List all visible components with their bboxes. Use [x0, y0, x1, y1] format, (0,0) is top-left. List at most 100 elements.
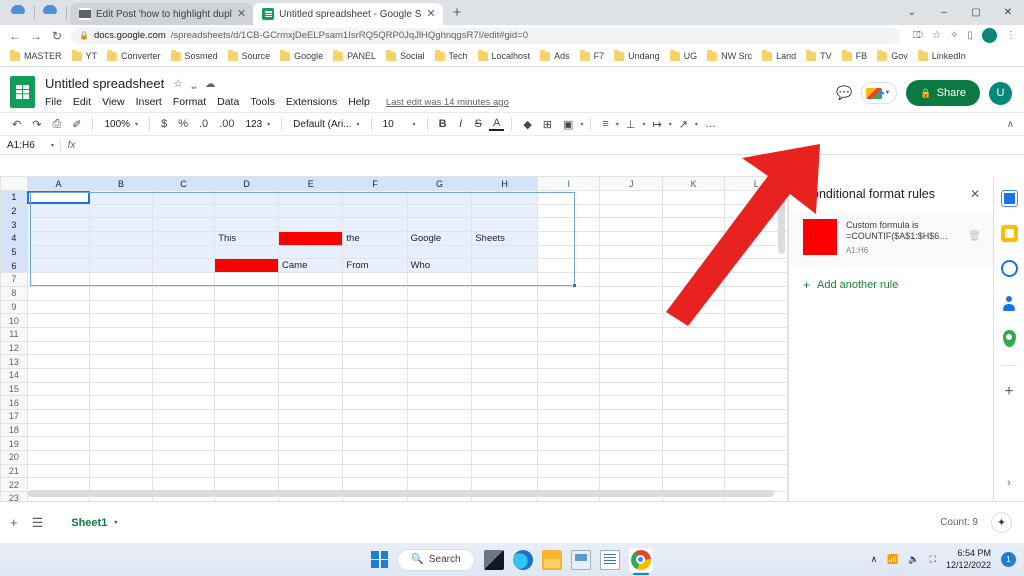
cell-I8[interactable] [536, 285, 601, 301]
cell-A19[interactable] [26, 436, 91, 452]
cell-I18[interactable] [536, 422, 601, 438]
cell-B7[interactable] [89, 272, 153, 287]
cell-A10[interactable] [26, 313, 91, 328]
cell-K10[interactable] [661, 313, 726, 328]
cell-F13[interactable] [342, 354, 408, 369]
bookmark-item[interactable]: TV [802, 49, 836, 61]
cell-G8[interactable] [406, 285, 473, 301]
select-all-corner[interactable] [0, 176, 28, 191]
fill-color-icon[interactable]: ◆ [519, 118, 535, 131]
cell-A4[interactable] [26, 231, 91, 246]
cell-F6[interactable]: From [342, 258, 408, 274]
cell-A18[interactable] [26, 422, 91, 438]
cell-I17[interactable] [536, 409, 601, 424]
cell-L20[interactable] [724, 450, 788, 465]
cell-D1[interactable] [214, 190, 280, 205]
expand-strip-icon[interactable]: › [1007, 477, 1011, 489]
cell-H19[interactable] [471, 436, 538, 452]
row-header-10[interactable]: 10 [0, 313, 28, 328]
cell-J2[interactable] [599, 203, 663, 219]
cell-L11[interactable] [724, 326, 788, 342]
row-header-23[interactable]: 23 [0, 491, 28, 501]
cell-H14[interactable] [471, 367, 538, 383]
cell-C15[interactable] [151, 381, 216, 397]
cell-F5[interactable] [342, 244, 408, 260]
row-header-22[interactable]: 22 [0, 477, 28, 493]
bookmark-item[interactable]: Tech [431, 49, 472, 61]
cell-D16[interactable] [214, 395, 280, 410]
cell-J6[interactable] [599, 258, 663, 274]
cell-J17[interactable] [599, 409, 663, 424]
font-selector[interactable]: Default (Ari... ▾ [289, 119, 363, 130]
row-header-9[interactable]: 9 [0, 299, 28, 315]
cell-B3[interactable] [89, 217, 153, 233]
cell-D12[interactable] [214, 340, 280, 356]
chevron-down-icon[interactable]: ▾ [51, 142, 54, 149]
bookmark-item[interactable]: Google [276, 49, 327, 61]
cell-K5[interactable] [661, 244, 726, 260]
cell-D2[interactable] [214, 203, 280, 219]
cell-H4[interactable]: Sheets [471, 231, 538, 246]
cell-A3[interactable] [26, 217, 91, 233]
cell-C20[interactable] [151, 450, 216, 465]
cell-L15[interactable] [724, 381, 788, 397]
bookmark-item[interactable]: LinkedIn [914, 49, 970, 61]
horizontal-scrollbar[interactable] [28, 490, 774, 497]
maximize-icon[interactable]: ▢ [960, 0, 992, 25]
cell-J3[interactable] [599, 217, 663, 233]
column-header-A[interactable]: A [26, 176, 91, 191]
bookmark-item[interactable]: Undang [610, 49, 664, 61]
cell-D14[interactable] [214, 367, 280, 383]
battery-icon[interactable]: ⛶ [930, 554, 936, 565]
cell-F11[interactable] [342, 326, 408, 342]
bookmark-star-icon[interactable]: ☆ [932, 30, 941, 41]
forward-icon[interactable]: → [29, 29, 43, 43]
cell-G10[interactable] [406, 313, 473, 328]
column-header-G[interactable]: G [406, 176, 473, 191]
cell-J5[interactable] [599, 244, 663, 260]
row-header-7[interactable]: 7 [0, 272, 28, 287]
minimize-icon[interactable]: – [928, 0, 960, 25]
cell-G6[interactable]: Who [406, 258, 473, 274]
paint-format-icon[interactable]: ✐ [68, 118, 85, 131]
avatar[interactable]: U [989, 81, 1012, 105]
column-header-I[interactable]: I [536, 176, 601, 191]
cell-G19[interactable] [406, 436, 473, 452]
row-header-12[interactable]: 12 [0, 340, 28, 356]
cell-A8[interactable] [26, 285, 91, 301]
sheet-tab-sheet1[interactable]: Sheet1 ▾ [57, 509, 132, 536]
cell-H9[interactable] [471, 299, 538, 315]
column-header-H[interactable]: H [471, 176, 538, 191]
cell-L21[interactable] [724, 463, 788, 479]
bookmark-item[interactable]: Gov [873, 49, 912, 61]
cell-D4[interactable]: This [214, 231, 280, 246]
decrease-decimal-icon[interactable]: .0 [195, 118, 212, 130]
back-icon[interactable]: ← [8, 29, 22, 43]
cell-I19[interactable] [536, 436, 601, 452]
cell-I21[interactable] [536, 463, 601, 479]
cell-H7[interactable] [471, 272, 538, 287]
maps-icon[interactable] [1002, 330, 1016, 347]
bookmark-item[interactable]: FB [838, 49, 872, 61]
word-icon[interactable] [599, 549, 620, 570]
cell-B21[interactable] [89, 463, 153, 479]
cell-H5[interactable] [471, 244, 538, 260]
menu-data[interactable]: Data [217, 96, 239, 108]
cell-I5[interactable] [536, 244, 601, 260]
cell-G5[interactable] [406, 244, 473, 260]
cell-A16[interactable] [26, 395, 91, 410]
cell-F19[interactable] [342, 436, 408, 452]
cell-A21[interactable] [26, 463, 91, 479]
cell-E8[interactable] [278, 285, 344, 301]
wifi-icon[interactable]: 📶 [887, 554, 898, 565]
cell-E15[interactable] [278, 381, 344, 397]
cell-H13[interactable] [471, 354, 538, 369]
row-header-17[interactable]: 17 [0, 409, 28, 424]
cell-E4[interactable]: is [278, 231, 344, 246]
cell-K1[interactable] [661, 190, 726, 205]
cell-H18[interactable] [471, 422, 538, 438]
menu-file[interactable]: File [45, 96, 62, 108]
add-another-rule-button[interactable]: + Add another rule [789, 265, 993, 305]
selection-handle[interactable] [572, 283, 577, 289]
cell-B11[interactable] [89, 326, 153, 342]
